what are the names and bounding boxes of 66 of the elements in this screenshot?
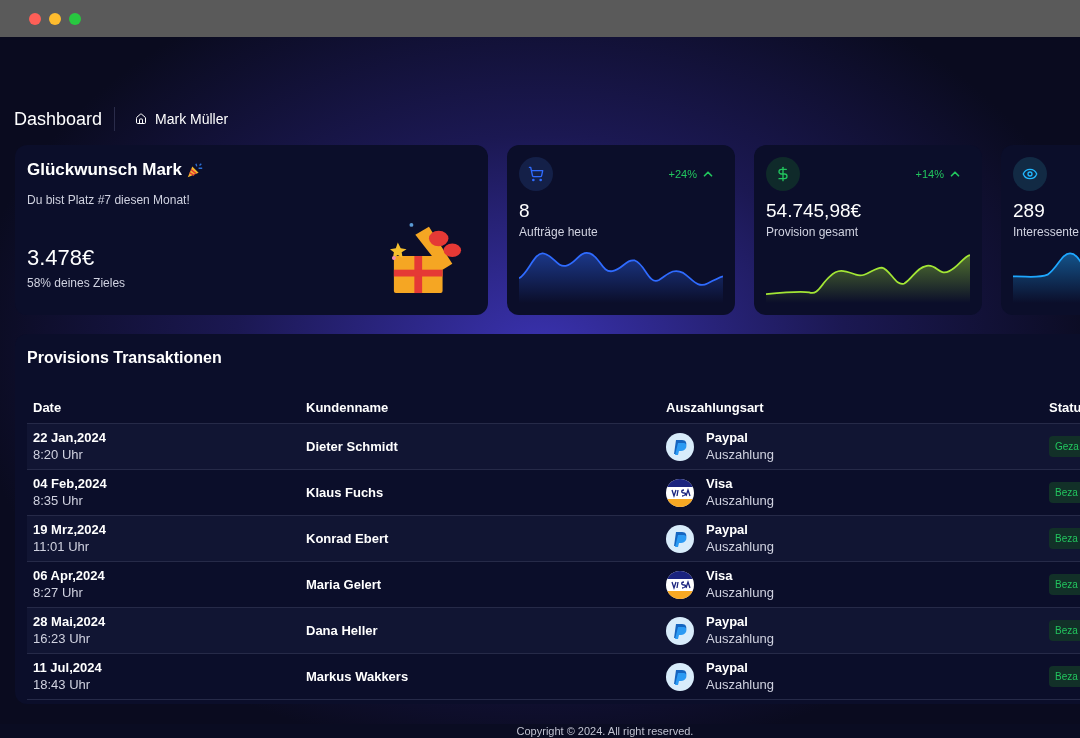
welcome-subtitle: Du bist Platz #7 diesen Monat! xyxy=(27,191,191,209)
table-title: Provisions Transaktionen xyxy=(27,348,223,368)
date-text: 22 Jan,2024 xyxy=(33,430,106,447)
close-window-button[interactable] xyxy=(29,12,41,25)
payment-type: Auszahlung xyxy=(706,676,774,693)
time-text: 18:43 Uhr xyxy=(33,676,91,693)
minimize-window-button[interactable] xyxy=(49,12,61,25)
eye-icon xyxy=(1013,157,1047,191)
customer-name: Dieter Schmidt xyxy=(306,437,398,456)
dollar-icon xyxy=(766,157,800,191)
stat-label: Interessente xyxy=(1013,223,1080,241)
customer-name: Konrad Ebert xyxy=(306,529,389,548)
customer-name: Maria Gelert xyxy=(306,575,382,594)
paypal-logo-icon xyxy=(666,662,694,691)
stat-value: 8 xyxy=(519,199,531,223)
goal-text: 58% deines Zieles xyxy=(27,274,127,292)
time-text: 16:23 Uhr xyxy=(33,630,91,647)
customer-name: Markus Wakkers xyxy=(306,667,409,686)
time-text: 11:01 Uhr xyxy=(33,538,90,555)
party-popper-icon xyxy=(185,160,204,179)
time-text: 8:35 Uhr xyxy=(33,492,83,509)
payment-type: Auszahlung xyxy=(706,584,774,601)
stat-label: Aufträge heute xyxy=(519,223,599,241)
cart-icon xyxy=(519,157,553,191)
paypal-logo-icon xyxy=(666,524,694,553)
payment-method: Visa xyxy=(706,568,734,585)
payment-type: Auszahlung xyxy=(706,630,774,647)
date-text: 11 Jul,2024 xyxy=(33,660,102,677)
customer-name: Klaus Fuchs xyxy=(306,483,384,502)
breadcrumb-link[interactable]: Mark Müller xyxy=(155,108,229,130)
time-text: 8:27 Uhr xyxy=(33,584,83,601)
paypal-logo-icon xyxy=(666,432,694,461)
payment-method: Paypal xyxy=(706,430,749,447)
status-badge: Beza xyxy=(1049,620,1080,641)
date-text: 06 Apr,2024 xyxy=(33,568,105,585)
date-text: 04 Feb,2024 xyxy=(33,476,107,493)
date-text: 28 Mai,2024 xyxy=(33,614,106,631)
status-badge: Beza xyxy=(1049,666,1080,687)
stat-value: 289 xyxy=(1013,199,1046,223)
status-badge: Beza xyxy=(1049,574,1080,595)
card-logo-icon xyxy=(666,478,694,507)
paypal-logo-icon xyxy=(666,616,694,645)
page-title: Dashboard xyxy=(14,107,104,131)
card-logo-icon xyxy=(666,570,694,599)
payment-method: Paypal xyxy=(706,614,749,631)
payment-type: Auszahlung xyxy=(706,492,774,509)
welcome-title: Glückwunsch Mark xyxy=(27,159,182,181)
payment-method: Paypal xyxy=(706,660,749,677)
status-badge: Beza xyxy=(1049,482,1080,503)
footer-text: Copyright © 2024. All right reserved. xyxy=(516,724,694,738)
time-text: 8:20 Uhr xyxy=(33,446,83,463)
amount-value: 3.478€ xyxy=(27,243,96,272)
stat-value: 54.745,98€ xyxy=(766,199,863,223)
maximize-window-button[interactable] xyxy=(69,12,81,25)
date-text: 19 Mrz,2024 xyxy=(33,522,106,539)
trend-value: +14% xyxy=(915,166,944,182)
stat-label: Provision gesamt xyxy=(766,223,860,241)
status-badge: Geza xyxy=(1049,436,1080,457)
payment-type: Auszahlung xyxy=(706,538,774,555)
payment-method: Visa xyxy=(706,476,734,493)
payment-method: Paypal xyxy=(706,522,749,539)
status-badge: Beza xyxy=(1049,528,1080,549)
trend-value: +24% xyxy=(668,166,697,182)
home-icon xyxy=(135,113,148,125)
payment-type: Auszahlung xyxy=(706,446,774,463)
customer-name: Dana Heller xyxy=(306,621,378,640)
